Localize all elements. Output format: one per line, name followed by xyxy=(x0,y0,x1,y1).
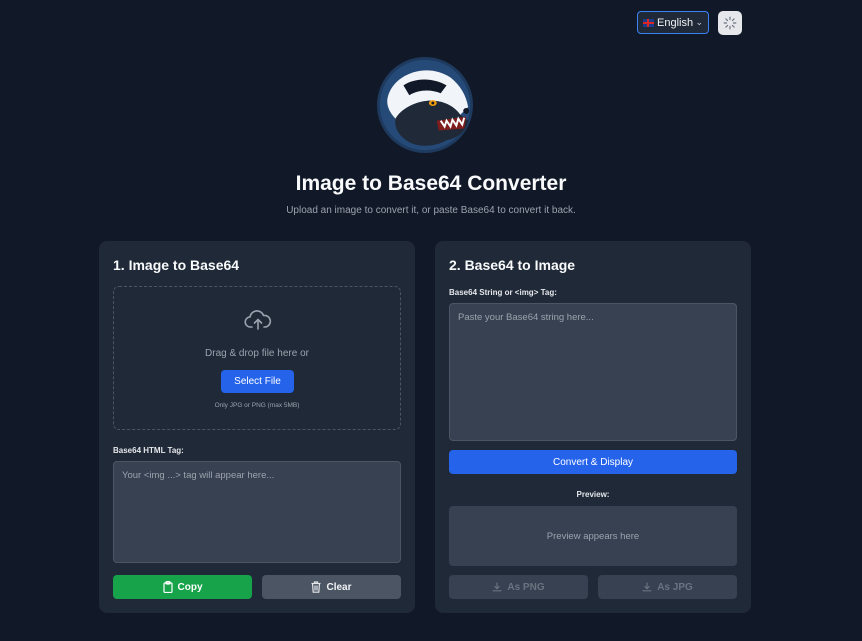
preview-placeholder: Preview appears here xyxy=(546,530,640,542)
download-jpg-button[interactable]: As JPG xyxy=(598,575,737,599)
file-dropzone[interactable]: Drag & drop file here or Select File Onl… xyxy=(113,286,401,430)
honey-badger-logo xyxy=(376,56,474,154)
image-to-base64-panel: 1. Image to Base64 Drag & drop file here… xyxy=(99,241,415,613)
convert-display-button[interactable]: Convert & Display xyxy=(449,450,737,474)
preview-label: Preview: xyxy=(576,490,610,499)
panel-title: 2. Base64 to Image xyxy=(449,257,576,273)
select-file-button[interactable]: Select File xyxy=(221,370,294,393)
png-label: As PNG xyxy=(507,581,545,593)
chevron-down-icon: ⌄ xyxy=(695,17,703,27)
language-label: English xyxy=(657,16,694,29)
loader-icon xyxy=(723,16,737,30)
copy-button[interactable]: Copy xyxy=(113,575,252,599)
cloud-upload-icon xyxy=(244,310,272,330)
file-type-hint: Only JPG or PNG (max 5MB) xyxy=(214,402,300,409)
download-icon xyxy=(492,582,502,592)
base64-output-textarea[interactable]: Your <img ...> tag will appear here... xyxy=(113,461,401,563)
output-label: Base64 HTML Tag: xyxy=(113,446,184,455)
trash-icon xyxy=(311,581,321,593)
base64-input-textarea[interactable]: Paste your Base64 string here... xyxy=(449,303,737,441)
input-label: Base64 String or <img> Tag: xyxy=(449,288,557,297)
jpg-label: As JPG xyxy=(657,581,693,593)
page-title: Image to Base64 Converter xyxy=(295,172,567,195)
copy-label: Copy xyxy=(177,581,203,593)
download-icon xyxy=(642,582,652,592)
clear-button[interactable]: Clear xyxy=(262,575,401,599)
clipboard-icon xyxy=(162,581,173,593)
uk-flag-icon xyxy=(643,18,654,27)
theme-toggle-button[interactable] xyxy=(718,11,742,35)
download-png-button[interactable]: As PNG xyxy=(449,575,588,599)
panel-title: 1. Image to Base64 xyxy=(113,257,240,273)
preview-area: Preview appears here xyxy=(449,506,737,566)
drop-instruction: Drag & drop file here or xyxy=(205,348,309,359)
language-select[interactable]: English ⌄ xyxy=(637,11,709,34)
clear-label: Clear xyxy=(326,581,352,593)
page-subtitle: Upload an image to convert it, or paste … xyxy=(286,205,576,216)
base64-to-image-panel: 2. Base64 to Image Base64 String or <img… xyxy=(435,241,751,613)
